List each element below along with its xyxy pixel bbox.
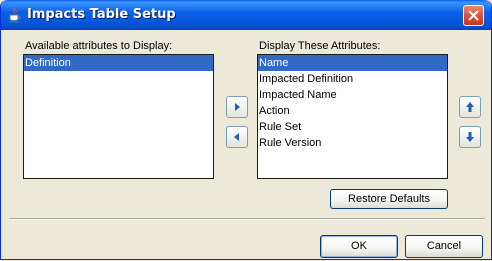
arrow-right-icon xyxy=(235,103,240,111)
restore-defaults-button[interactable]: Restore Defaults xyxy=(330,189,448,209)
window-title: Impacts Table Setup xyxy=(27,7,176,22)
java-cup-icon xyxy=(7,7,23,23)
list-item[interactable]: Impacted Name xyxy=(258,87,447,103)
list-item[interactable]: Definition xyxy=(24,55,213,71)
move-down-button[interactable] xyxy=(459,126,481,148)
available-attributes-label: Available attributes to Display: xyxy=(25,40,173,52)
button-separator xyxy=(9,218,485,220)
list-item[interactable]: Impacted Definition xyxy=(258,71,447,87)
ok-button[interactable]: OK xyxy=(320,235,398,258)
title-bar[interactable]: Impacts Table Setup xyxy=(1,0,491,30)
close-button[interactable] xyxy=(463,5,484,26)
available-attributes-list[interactable]: Definition xyxy=(23,54,214,179)
display-attributes-label: Display These Attributes: xyxy=(259,40,381,52)
list-item[interactable]: Action xyxy=(258,103,447,119)
remove-attribute-button[interactable] xyxy=(226,126,248,148)
close-icon xyxy=(468,10,479,21)
arrow-left-icon xyxy=(234,133,239,141)
list-item[interactable]: Rule Set xyxy=(258,119,447,135)
move-up-button[interactable] xyxy=(459,96,481,118)
display-attributes-list[interactable]: Name Impacted Definition Impacted Name Acti… xyxy=(257,54,448,179)
list-item[interactable]: Rule Version xyxy=(258,135,447,151)
cancel-button[interactable]: Cancel xyxy=(405,235,483,258)
list-item[interactable]: Name xyxy=(258,55,447,71)
add-attribute-button[interactable] xyxy=(226,96,248,118)
arrow-up-icon xyxy=(466,102,474,112)
dialog-window: Impacts Table Setup Available attributes… xyxy=(0,0,492,260)
arrow-down-icon xyxy=(466,132,474,142)
